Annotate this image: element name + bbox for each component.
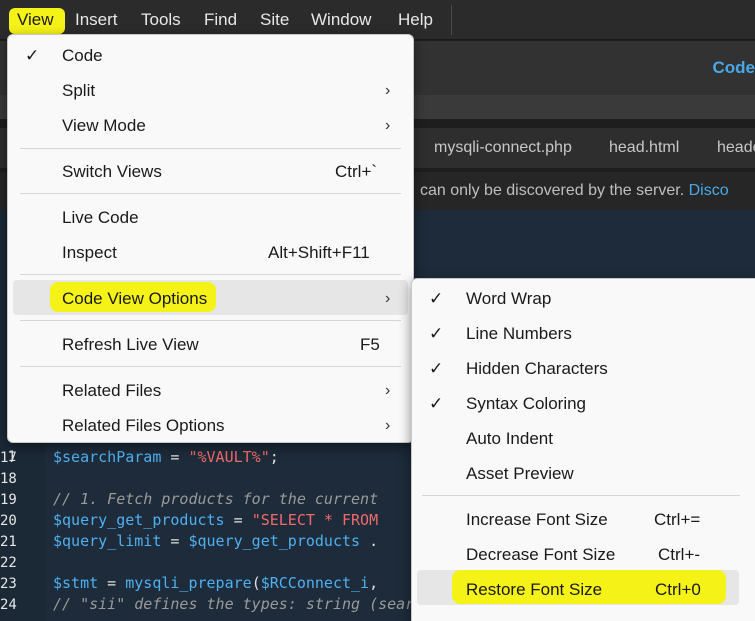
- menu-item-auto-indent[interactable]: Auto Indent: [412, 421, 754, 456]
- chevron-right-icon: ›: [385, 82, 391, 99]
- menu-item-decrease-font-size[interactable]: Decrease Font Size Ctrl+-: [412, 537, 754, 572]
- code-view-button[interactable]: Code: [713, 58, 755, 78]
- shortcut-label: Ctrl+`: [335, 162, 378, 181]
- menu-separator: [20, 320, 401, 321]
- view-menu-dropdown: ✓ Code Split › View Mode › Switch Views …: [7, 34, 414, 443]
- menu-item-related-files-options[interactable]: Related Files Options ›: [8, 408, 413, 443]
- chevron-right-icon: ›: [385, 417, 391, 434]
- line-number: 23: [0, 576, 17, 592]
- tab-mysqli-connect[interactable]: mysqli-connect.php: [434, 128, 572, 168]
- code-line-20: $query_get_products = "SELECT * FROM: [53, 511, 379, 529]
- check-icon: ✓: [429, 289, 444, 308]
- menu-item-code-view-options[interactable]: Code View Options ›: [8, 281, 413, 316]
- menu-separator: [20, 274, 401, 275]
- check-icon: ✓: [25, 46, 40, 65]
- code-line-21: $query_limit = $query_get_products .: [53, 532, 379, 550]
- code-line-23: $stmt = mysqli_prepare($RCConnect_i,: [53, 574, 379, 592]
- line-number: 22: [0, 555, 17, 571]
- chevron-right-icon: ›: [385, 382, 391, 399]
- chevron-right-icon: ›: [385, 290, 391, 307]
- menu-item-related-files[interactable]: Related Files ›: [8, 373, 413, 408]
- menu-item-restore-font-size[interactable]: Restore Font Size Ctrl+0: [412, 572, 754, 607]
- shortcut-label: Ctrl+-: [658, 545, 701, 564]
- check-icon: ✓: [429, 324, 444, 343]
- menu-separator: [422, 495, 740, 496]
- menu-item-increase-font-size[interactable]: Increase Font Size Ctrl+=: [412, 502, 754, 537]
- line-number: 21: [0, 534, 17, 550]
- menu-item-split[interactable]: Split ›: [8, 73, 413, 108]
- menu-separator: [20, 366, 401, 367]
- info-text: can only be discovered by the server.: [420, 182, 685, 199]
- chevron-right-icon: ›: [385, 117, 391, 134]
- menu-item-asset-preview[interactable]: Asset Preview: [412, 456, 754, 491]
- menu-item-switch-views[interactable]: Switch Views Ctrl+`: [8, 154, 413, 189]
- menu-item-word-wrap[interactable]: ✓ Word Wrap: [412, 281, 754, 316]
- line-number: 19: [0, 492, 17, 508]
- code-line-19: // 1. Fetch products for the current: [53, 490, 379, 508]
- check-icon: ✓: [429, 359, 444, 378]
- code-line-17: $searchParam = "%VAULT%";: [53, 448, 279, 466]
- info-link[interactable]: Disco: [689, 182, 729, 199]
- shortcut-label: F5: [360, 335, 380, 354]
- menu-item-live-code[interactable]: Live Code: [8, 200, 413, 235]
- menu-item-code[interactable]: ✓ Code: [8, 38, 413, 73]
- menu-separator: [20, 148, 401, 149]
- shortcut-label: Ctrl+0: [655, 580, 701, 599]
- code-view-options-submenu: ✓ Word Wrap ✓ Line Numbers ✓ Hidden Char…: [411, 278, 755, 621]
- tab-head-html[interactable]: head.html: [609, 128, 679, 168]
- line-number: 24: [0, 597, 17, 613]
- shortcut-label: Ctrl+=: [654, 510, 701, 529]
- menu-item-line-numbers[interactable]: ✓ Line Numbers: [412, 316, 754, 351]
- menu-item-syntax-coloring[interactable]: ✓ Syntax Coloring: [412, 386, 754, 421]
- tab-header[interactable]: heade: [717, 128, 755, 168]
- menu-item-inspect[interactable]: Inspect Alt+Shift+F11: [8, 235, 413, 270]
- check-icon: ✓: [429, 394, 444, 413]
- line-number: 20: [0, 513, 17, 529]
- menubar-divider: [451, 5, 452, 35]
- menu-separator: [20, 193, 401, 194]
- shortcut-label: Alt+Shift+F11: [268, 243, 370, 262]
- menu-item-refresh-live-view[interactable]: Refresh Live View F5: [8, 327, 413, 362]
- menu-item-view-mode[interactable]: View Mode ›: [8, 108, 413, 143]
- line-number: 17: [0, 450, 17, 466]
- menu-item-hidden-characters[interactable]: ✓ Hidden Characters: [412, 351, 754, 386]
- line-number: 18: [0, 471, 17, 487]
